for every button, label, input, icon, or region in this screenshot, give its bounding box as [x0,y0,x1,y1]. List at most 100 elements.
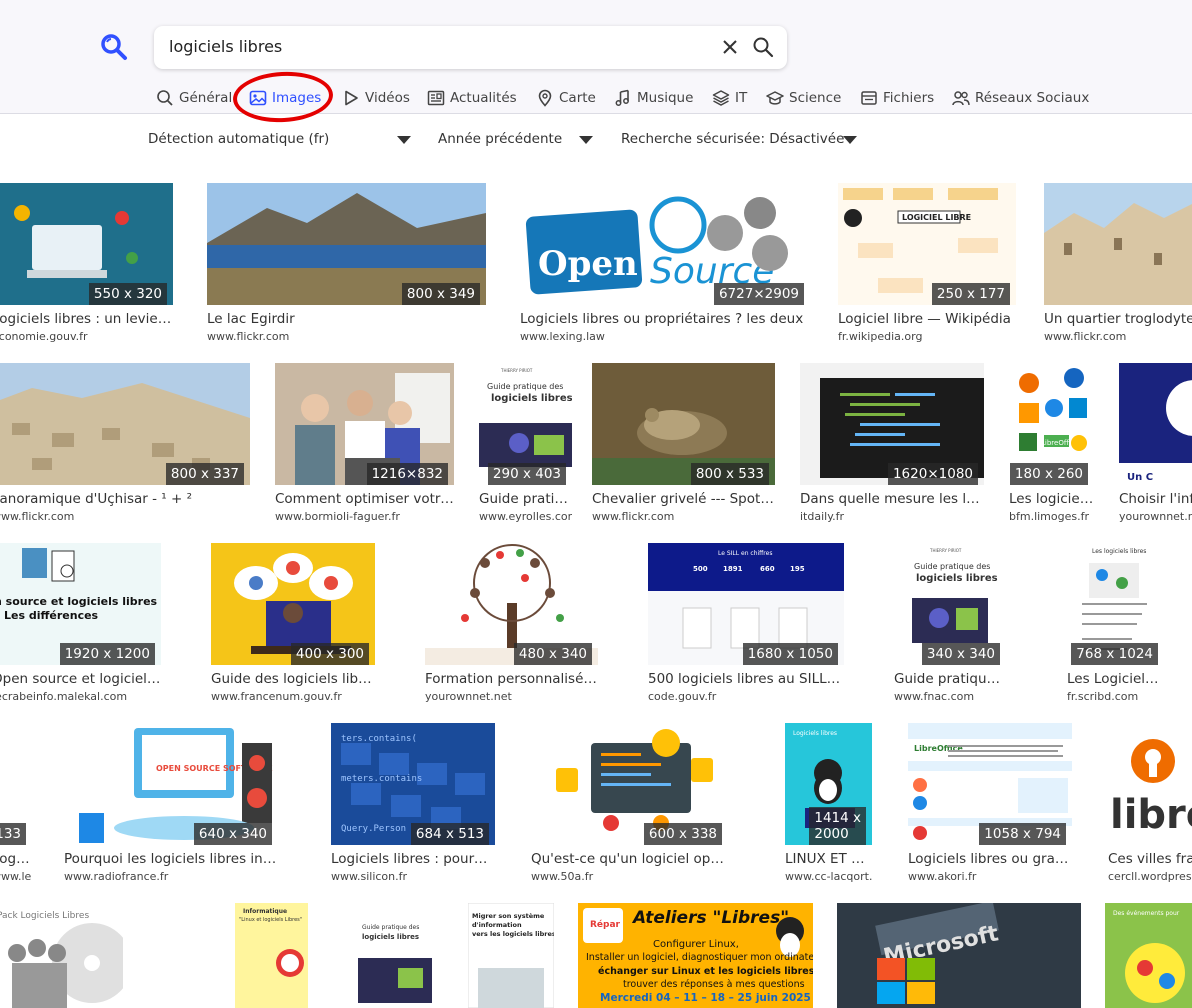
image-result[interactable]: 1620×1080 Dans quelle mesure les lo… itdai… [800,363,984,527]
result-thumbnail[interactable]: 600 x 338 [531,723,728,845]
image-result[interactable]: THIERRY PIRIOT Guide pratique des logiciel… [479,363,572,527]
result-title[interactable]: Pourquoi les logiciels libres intére… [64,850,278,868]
tab-general[interactable]: Général [156,87,232,109]
image-result[interactable]: Des événements pour [1105,903,1192,1008]
image-result[interactable]: n source et logiciels libres Les différen… [0,543,161,707]
image-result[interactable]: 1216×832 Comment optimiser votre… www.borm… [275,363,454,527]
result-thumbnail[interactable]: 550 x 320 [0,183,173,305]
search-query-text[interactable]: logiciels libres [169,37,282,56]
result-thumbnail[interactable]: LibreOffice 180 x 260 [1009,363,1094,485]
result-thumbnail[interactable]: LOGICIEL LIBRE 250 x 177 [838,183,1016,305]
image-result[interactable]: 800 x 533 Chevalier grivelé --- Spotte… ww… [592,363,775,527]
tab-files[interactable]: Fichiers [860,87,934,109]
result-title[interactable]: Ces villes fra [1108,850,1192,868]
result-thumbnail[interactable]: Un C [1119,363,1192,485]
result-thumbnail[interactable]: 480 x 340 [425,543,598,665]
image-result[interactable]: Guide pratique des logiciels libres [358,903,432,1008]
result-title[interactable]: Guide des logiciels libre… [211,670,375,688]
image-result[interactable]: 480 x 340 Formation personnalisée … yourow… [425,543,598,707]
image-result[interactable]: LibreOffice 180 x 260 Les logiciel… bfm.lim… [1009,363,1094,527]
result-title[interactable]: Logiciels libres ou gratu… [908,850,1072,868]
image-result[interactable]: 600 x 338 Qu'est-ce qu'un logiciel open s… [531,723,728,887]
result-thumbnail[interactable]: Pack Logiciels Libres [0,903,123,1008]
result-title[interactable]: 500 logiciels libres au SILL : … [648,670,844,688]
result-title[interactable]: Chevalier grivelé --- Spotte… [592,490,775,508]
search-input[interactable]: logiciels libres [154,26,787,69]
result-thumbnail[interactable]: 400 x 300 [211,543,375,665]
image-result[interactable]: LibreOffice 1058 x 794 Logiciels libres ou… [908,723,1072,887]
result-title[interactable]: Comment optimiser votre… [275,490,454,508]
image-result[interactable]: Pack Logiciels Libres [0,903,123,1008]
result-title[interactable]: Guide pratique d… [894,670,1006,688]
result-thumbnail[interactable]: Répar Ateliers "Libres" Configurer Linux, I… [578,903,813,1008]
clear-search-icon[interactable] [720,37,740,57]
result-title[interactable]: Logiciels libres : pourqu… [331,850,495,868]
result-thumbnail[interactable]: Logiciels libres 1414 x 2000 [785,723,872,845]
result-thumbnail[interactable]: Microsoft [837,903,1081,1008]
result-thumbnail[interactable]: Des événements pour [1105,903,1192,1008]
result-title[interactable]: LINUX ET L… [785,850,872,868]
image-result[interactable]: ters.contains(meters.contains Query.Perso… [331,723,495,887]
result-thumbnail[interactable] [1044,183,1192,305]
image-result[interactable]: Répar Ateliers "Libres" Configurer Linux, I… [578,903,813,1008]
result-title[interactable]: Open source et logiciels libr… [0,670,161,688]
result-title[interactable]: Le lac Egirdir [207,310,486,328]
image-result[interactable]: 1133 Logiciels libres ? www.lemonde.fr [0,723,32,887]
image-result[interactable]: Migrer son système d'information vers les … [468,903,554,1008]
image-result[interactable]: OPEN SOURCE SOFTWARE 640 x 340 Pourquoi le… [64,723,278,887]
result-thumbnail[interactable]: 1216×832 [275,363,454,485]
tab-music[interactable]: Musique [614,87,693,109]
search-icon[interactable] [752,36,774,58]
result-title[interactable]: Logiciels libres ou propriétaires ? les … [520,310,810,328]
image-result[interactable]: THIERRY PIRIOT Guide pratique des logiciel… [894,543,1006,707]
tab-news[interactable]: Actualités [427,87,517,109]
tab-map[interactable]: Carte [536,87,596,109]
image-result[interactable]: 800 x 337 Panoramique d'Uçhisar - ¹ + ² ww… [0,363,250,527]
result-thumbnail[interactable]: OPEN SOURCE SOFTWARE 640 x 340 [64,723,278,845]
image-result[interactable]: libre Ces villes fra cercll.wordpress. [1108,723,1192,887]
result-title[interactable]: Dans quelle mesure les lo… [800,490,984,508]
image-result[interactable]: LOGICIEL LIBRE 250 x 177 Logiciel libre — … [838,183,1016,347]
image-result[interactable]: Le SILL en chiffres 500 1891 660 195 1680 x 1… [648,543,844,707]
result-title[interactable]: Logiciels libres : un levier strat… [0,310,173,328]
result-thumbnail[interactable]: THIERRY PIRIOT Guide pratique des logiciel… [479,363,572,485]
image-result[interactable]: Un C Choisir l'info yourownnet.net [1119,363,1192,527]
result-title[interactable]: Un quartier troglodyte [1044,310,1192,328]
result-title[interactable]: Les logiciel… [1009,490,1094,508]
image-result[interactable]: 800 x 349 Le lac Egirdir www.flickr.com [207,183,486,347]
result-thumbnail[interactable]: n source et logiciels libres Les différen… [0,543,161,665]
result-thumbnail[interactable]: Migrer son système d'information vers les … [468,903,554,1008]
image-result[interactable]: Logiciels libres 1414 x 2000 LINUX ET L… ww… [785,723,872,887]
tab-it[interactable]: IT [712,87,747,109]
result-title[interactable]: Logiciels libres ? [0,850,32,868]
result-thumbnail[interactable]: Le SILL en chiffres 500 1891 660 195 1680 x 1… [648,543,844,665]
tab-social-media[interactable]: Réseaux Sociaux [952,87,1089,109]
result-thumbnail[interactable]: 800 x 337 [0,363,250,485]
result-thumbnail[interactable]: Informatique "Linux et logiciels Libres" [235,903,308,1008]
result-thumbnail[interactable]: 800 x 349 [207,183,486,305]
result-thumbnail[interactable]: 800 x 533 [592,363,775,485]
searxng-logo-icon[interactable] [100,33,128,61]
result-title[interactable]: Panoramique d'Uçhisar - ¹ + ² [0,490,250,508]
result-thumbnail[interactable]: libre [1108,723,1192,845]
image-result[interactable]: Informatique "Linux et logiciels Libres" [235,903,308,1008]
result-title[interactable]: Qu'est-ce qu'un logiciel open so… [531,850,728,868]
result-title[interactable]: Choisir l'info [1119,490,1192,508]
result-thumbnail[interactable]: THIERRY PIRIOT Guide pratique des logiciel… [894,543,1006,665]
result-title[interactable]: Les Logiciels… [1067,670,1164,688]
result-title[interactable]: Guide prati… [479,490,572,508]
image-result[interactable]: Un quartier troglodyte www.flickr.com [1044,183,1192,347]
result-thumbnail[interactable]: 1620×1080 [800,363,984,485]
image-result[interactable]: Les logiciels libres 768 x 1024 Les Logici… [1067,543,1164,707]
result-thumbnail[interactable]: Open Source 6727×2909 [520,183,810,305]
result-thumbnail[interactable]: Les logiciels libres 768 x 1024 [1067,543,1164,665]
image-result[interactable]: 550 x 320 Logiciels libres : un levier st… [0,183,173,347]
result-thumbnail[interactable]: LibreOffice 1058 x 794 [908,723,1072,845]
image-result[interactable]: Microsoft [837,903,1081,1008]
result-thumbnail[interactable]: 1133 [0,723,32,845]
result-thumbnail[interactable]: ters.contains(meters.contains Query.Perso… [331,723,495,845]
result-title[interactable]: Formation personnalisée … [425,670,598,688]
image-result[interactable]: Open Source 6727×2909 Logiciels libres ou p… [520,183,810,347]
image-result[interactable]: 400 x 300 Guide des logiciels libre… www.f… [211,543,375,707]
tab-science[interactable]: Science [766,87,841,109]
